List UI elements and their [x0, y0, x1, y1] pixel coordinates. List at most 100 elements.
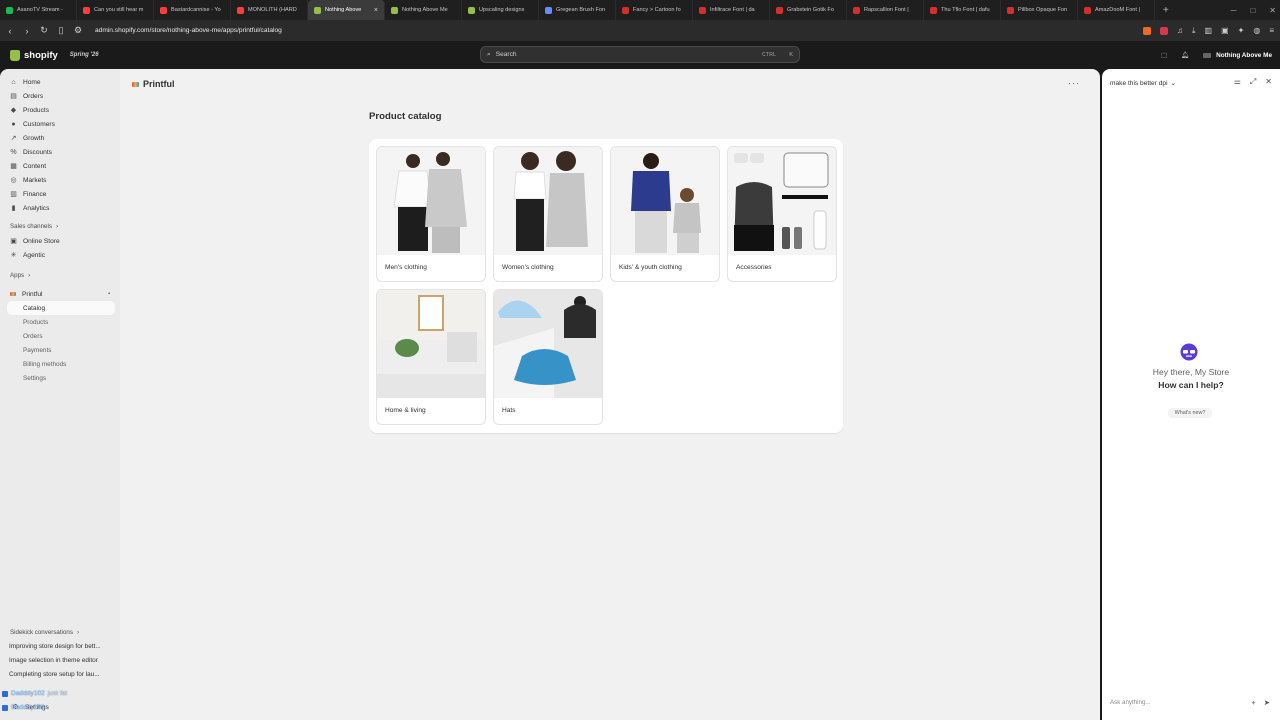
sidebar-item-products[interactable]: ◆ Products	[10, 104, 49, 116]
tab-title: AsanoTV Stream -	[17, 7, 64, 13]
browser-tab[interactable]: Nothing Above Me	[385, 0, 462, 20]
sidebar-subitem-payments[interactable]: Payments	[23, 344, 51, 356]
category-tile-kids[interactable]: Kids' & youth clothing	[610, 146, 720, 282]
sidebar-item-content[interactable]: ▦ Content	[10, 160, 46, 172]
more-actions-button[interactable]: ···	[1068, 78, 1080, 88]
category-label: Hats	[502, 407, 516, 414]
sales-channels-heading[interactable]: Sales channels ›	[10, 223, 58, 230]
site-info-icon[interactable]: ⚙	[74, 25, 82, 36]
store-menu[interactable]: Nothing Above Me	[1203, 52, 1272, 59]
sidebar-item-finance[interactable]: ▥ Finance	[10, 188, 46, 200]
extension-icon[interactable]: ✦	[1238, 26, 1245, 35]
nav-label: Content	[23, 162, 47, 170]
sidebar-item-orders[interactable]: ▤ Orders	[10, 90, 43, 102]
tab-favicon-icon	[83, 6, 90, 14]
maximize-icon[interactable]: □	[1250, 6, 1255, 15]
add-icon[interactable]: +	[1251, 698, 1255, 707]
sidebar-item-home[interactable]: ⌂ Home	[10, 76, 40, 88]
send-icon[interactable]: ➤	[1264, 698, 1270, 707]
shopify-topbar: shopify Spring '26 ⌕ Search CTRL K ⬚ 🔔︎ …	[0, 41, 1280, 69]
category-tile-womens[interactable]: Women's clothing	[493, 146, 603, 282]
sidekick-greeting: Hey there, My Store	[1152, 367, 1230, 377]
shopify-logo[interactable]: shopify Spring '26	[10, 49, 99, 61]
browser-tab[interactable]: Fancy > Cartoon fo	[616, 0, 693, 20]
sidebar-item-customers[interactable]: ● Customers	[10, 118, 55, 130]
tab-title: Nothing Above Me	[402, 7, 448, 13]
notifications-bell-icon[interactable]: 🔔︎	[1181, 51, 1189, 59]
browser-tab[interactable]: AsanoTV Stream -	[0, 0, 77, 20]
expand-icon[interactable]: ⤢	[1250, 77, 1256, 87]
pin-icon[interactable]: •	[108, 291, 110, 297]
conversation-item[interactable]: Improving store design for bett...	[9, 643, 101, 650]
brave-shield-icon[interactable]	[1142, 26, 1151, 35]
nav-label: Finance	[23, 190, 47, 198]
sidebar-item-discounts[interactable]: % Discounts	[10, 146, 52, 158]
close-window-icon[interactable]: ✕	[1269, 6, 1276, 15]
sidekick-conversations-heading[interactable]: Sidekick conversations ›	[10, 629, 79, 636]
conversations-label: Sidekick conversations	[10, 629, 73, 636]
close-icon[interactable]: ✕	[1265, 77, 1272, 87]
browser-tab[interactable]: Nothing Above ×	[308, 0, 385, 20]
category-tile-mens[interactable]: Men's clothing	[376, 146, 486, 282]
tab-title: Gregean Brush Fon	[556, 7, 606, 13]
sidebar-item-growth[interactable]: ↗ Growth	[10, 132, 45, 144]
search-input[interactable]: ⌕ Search CTRL K	[480, 46, 800, 63]
sidekick-conversation-selector[interactable]: make this better dpi ⌄	[1110, 79, 1176, 88]
sidekick-icon[interactable]: ⬚	[1161, 51, 1167, 59]
browser-tab[interactable]: Upscaling designs	[462, 0, 539, 20]
chat-badge-icon	[2, 690, 8, 697]
tab-favicon-icon	[930, 6, 937, 14]
browser-tab[interactable]: Rapscallion Font |	[847, 0, 924, 20]
category-tile-hats[interactable]: Hats	[493, 289, 603, 425]
settings-sliders-icon[interactable]: ⚌	[1234, 77, 1241, 87]
back-icon[interactable]: ‹	[6, 26, 14, 36]
media-icon[interactable]: ♫	[1177, 26, 1183, 35]
sidebar-item-analytics[interactable]: ▮ Analytics	[10, 202, 50, 214]
browser-tab[interactable]: Pillbox Opaque Fon	[1001, 0, 1078, 20]
sidebar-item-online-store[interactable]: ▣ Online Store	[10, 235, 59, 247]
category-label: Accessories	[736, 264, 772, 271]
sidebar-subitem-products[interactable]: Products	[23, 316, 48, 328]
tab-favicon-icon	[6, 6, 13, 14]
close-tab-icon[interactable]: ×	[374, 7, 378, 14]
reload-icon[interactable]: ↻	[40, 25, 48, 36]
sidebar-subitem-settings[interactable]: Settings	[23, 372, 46, 384]
browser-tab-strip: AsanoTV Stream - Can you still hear m Bas…	[0, 0, 1280, 20]
browser-tab[interactable]: Thu Tflo Font | dafu	[924, 0, 1001, 20]
rewards-icon[interactable]	[1159, 26, 1168, 35]
forward-icon[interactable]: ›	[23, 26, 31, 36]
sidebar-item-agentic[interactable]: ✳ Agentic	[10, 249, 45, 261]
download-icon[interactable]: ⤓	[1192, 26, 1196, 36]
sidebar-item-printful[interactable]: Printful •	[10, 288, 110, 300]
chat-badge-icon	[2, 704, 8, 711]
sidekick-input[interactable]: Ask anything... + ➤	[1110, 695, 1270, 709]
sidebar-toggle-icon[interactable]: ▥	[1205, 26, 1213, 35]
app-title: Printful	[143, 79, 175, 89]
minimize-icon[interactable]: ─	[1231, 6, 1237, 15]
browser-tab[interactable]: MONOLITH (HARD	[231, 0, 308, 20]
sidebar-item-markets[interactable]: ◎ Markets	[10, 174, 46, 186]
url-field[interactable]: admin.shopify.com/store/nothing-above-me…	[95, 27, 1134, 34]
bookmark-icon[interactable]: ▯	[57, 25, 65, 36]
category-tile-accessories[interactable]: Accessories	[727, 146, 837, 282]
conversation-item[interactable]: Image selection in theme editor	[9, 657, 98, 664]
sidebar-subitem-billing-methods[interactable]: Billing methods	[23, 358, 66, 370]
wallet-icon[interactable]: ▣	[1221, 26, 1229, 35]
browser-tab[interactable]: Grabstein Gotik Fo	[770, 0, 847, 20]
browser-tab[interactable]: Bastardcannise - Yo	[154, 0, 231, 20]
browser-tab[interactable]: AmazDooM Font |	[1078, 0, 1155, 20]
season-label: Spring '26	[69, 52, 99, 58]
whats-new-button[interactable]: What's new?	[1168, 408, 1212, 418]
category-tile-home[interactable]: Home & living	[376, 289, 486, 425]
sidebar-subitem-catalog[interactable]: Catalog	[23, 302, 45, 314]
conversation-item[interactable]: Completing store setup for lau...	[9, 671, 100, 678]
sidebar-subitem-orders[interactable]: Orders	[23, 330, 43, 342]
vpn-icon[interactable]: ◍	[1253, 26, 1260, 35]
menu-icon[interactable]: ≡	[1269, 26, 1274, 35]
browser-tab[interactable]: Gregean Brush Fon	[539, 0, 616, 20]
browser-tab[interactable]: Can you still hear m	[77, 0, 154, 20]
bank-icon: ▥	[10, 191, 17, 198]
browser-tab[interactable]: Infiltrace Font | da	[693, 0, 770, 20]
new-tab-icon[interactable]: +	[1155, 5, 1177, 16]
apps-heading[interactable]: Apps ›	[10, 272, 30, 279]
